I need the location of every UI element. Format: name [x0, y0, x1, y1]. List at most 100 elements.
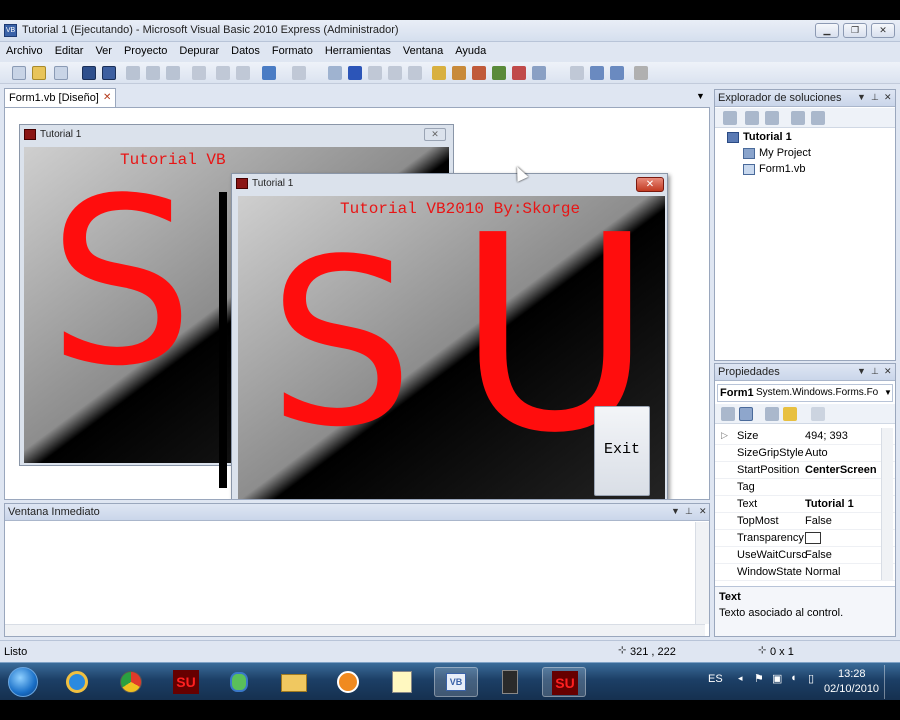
tree-item-my-project[interactable]: My Project — [759, 147, 811, 159]
start-orb-icon[interactable] — [8, 667, 38, 697]
solution-explorer-icon[interactable] — [432, 66, 446, 80]
menu-editar[interactable]: Editar — [49, 42, 90, 57]
uncomment-icon[interactable] — [236, 66, 250, 80]
view-code-icon[interactable] — [791, 111, 805, 125]
clock-time[interactable]: 13:28 — [838, 668, 866, 680]
show-hidden-icons-icon[interactable]: ◂ — [738, 673, 743, 684]
power-icon[interactable]: ▯ — [808, 672, 814, 685]
property-row-text[interactable]: Text Tutorial 1 — [715, 496, 895, 513]
properties-view-icon[interactable] — [765, 407, 779, 421]
flag-icon[interactable]: ⚑ — [754, 672, 764, 685]
menu-archivo[interactable]: Archivo — [0, 42, 49, 57]
menu-ver[interactable]: Ver — [89, 42, 118, 57]
property-pages-icon[interactable] — [811, 407, 825, 421]
close-button[interactable]: ✕ — [871, 23, 895, 38]
property-row-size[interactable]: ▷ Size 494; 393 — [715, 428, 895, 445]
menu-ventana[interactable]: Ventana — [397, 42, 449, 57]
alphabetical-icon[interactable] — [739, 407, 753, 421]
properties-icon[interactable] — [452, 66, 466, 80]
open-icon[interactable] — [32, 66, 46, 80]
dropdown-icon[interactable]: ▼ — [857, 92, 866, 102]
tab-dropdown-icon[interactable]: ▼ — [696, 91, 705, 101]
save-all-icon[interactable] — [102, 66, 116, 80]
new-project-icon[interactable] — [12, 66, 26, 80]
tree-item-solution[interactable]: Tutorial 1 — [743, 131, 792, 143]
visual-basic-icon[interactable]: VB — [434, 667, 478, 697]
menu-herramientas[interactable]: Herramientas — [319, 42, 397, 57]
refresh-icon[interactable] — [765, 111, 779, 125]
notepad-icon[interactable] — [380, 667, 424, 697]
volume-icon[interactable]: ◖ — [790, 672, 797, 684]
media-player-icon[interactable] — [326, 667, 370, 697]
property-row-tag[interactable]: Tag — [715, 479, 895, 496]
camera-icon[interactable] — [488, 667, 532, 697]
property-row-windowstate[interactable]: WindowState Normal — [715, 564, 895, 581]
property-row-startposition[interactable]: StartPosition CenterScreen — [715, 462, 895, 479]
align-center-icon[interactable] — [590, 66, 604, 80]
extension-icon[interactable] — [532, 66, 546, 80]
su-running-icon[interactable]: SU — [542, 667, 586, 697]
options-icon[interactable] — [634, 66, 648, 80]
pin-icon[interactable]: ⊥ — [871, 92, 879, 103]
object-browser-icon[interactable] — [492, 66, 506, 80]
tree-item-form1[interactable]: Form1.vb — [759, 163, 805, 175]
stop-debug-icon[interactable] — [348, 66, 362, 80]
maximize-button[interactable]: ❐ — [843, 23, 867, 38]
su-app-icon[interactable]: SU — [164, 667, 208, 697]
property-row-topmost[interactable]: TopMost False — [715, 513, 895, 530]
immediate-window[interactable]: Ventana Inmediato ▼ ⊥ ✕ — [4, 503, 710, 637]
property-row-usewaitcursor[interactable]: UseWaitCursc False — [715, 547, 895, 564]
tab-form1-design[interactable]: Form1.vb [Diseño] ✕ — [4, 88, 116, 107]
property-row-sizegripstyle[interactable]: SizeGripStyle Auto — [715, 445, 895, 462]
network-icon[interactable]: ▣ — [772, 672, 782, 685]
exit-button[interactable]: Exit — [594, 406, 650, 496]
close-icon[interactable]: ✕ — [884, 366, 892, 377]
running-form[interactable]: Tutorial 1 ✕ Tutorial VB2010 By:Skorge S… — [231, 173, 668, 499]
vertical-scrollbar[interactable] — [695, 522, 709, 624]
undo-icon[interactable] — [262, 66, 276, 80]
start-debug-icon[interactable] — [328, 66, 342, 80]
pin-icon[interactable]: ⊥ — [685, 506, 693, 517]
step-into-icon[interactable] — [368, 66, 382, 80]
running-form-close-button[interactable]: ✕ — [636, 177, 664, 192]
step-over-icon[interactable] — [388, 66, 402, 80]
minimize-button[interactable]: ▁ — [815, 23, 839, 38]
add-item-icon[interactable] — [54, 66, 68, 80]
folder-icon[interactable] — [272, 667, 316, 697]
clock-date[interactable]: 02/10/2010 — [824, 683, 879, 695]
dropdown-icon[interactable]: ▼ — [671, 506, 680, 516]
menu-formato[interactable]: Formato — [266, 42, 319, 57]
tab-close-icon[interactable]: ✕ — [103, 92, 111, 103]
menu-datos[interactable]: Datos — [225, 42, 266, 57]
pin-icon[interactable]: ⊥ — [871, 366, 879, 377]
menu-ayuda[interactable]: Ayuda — [449, 42, 492, 57]
ie-icon[interactable] — [56, 667, 100, 697]
properties-scrollbar[interactable] — [881, 428, 893, 580]
close-icon[interactable]: ✕ — [884, 92, 892, 103]
properties-icon[interactable] — [723, 111, 737, 125]
chrome-icon[interactable] — [110, 667, 154, 697]
redo-icon[interactable] — [292, 66, 306, 80]
error-list-icon[interactable] — [512, 66, 526, 80]
events-icon[interactable] — [783, 407, 797, 421]
paste-icon[interactable] — [166, 66, 180, 80]
close-icon[interactable]: ✕ — [699, 506, 707, 517]
step-out-icon[interactable] — [408, 66, 422, 80]
find-icon[interactable] — [192, 66, 206, 80]
copy-icon[interactable] — [146, 66, 160, 80]
property-row-transparency[interactable]: Transparency — [715, 530, 895, 547]
show-all-files-icon[interactable] — [745, 111, 759, 125]
align-right-icon[interactable] — [610, 66, 624, 80]
dropdown-icon[interactable]: ▼ — [857, 366, 866, 376]
messenger-icon[interactable] — [218, 667, 262, 697]
show-desktop-button[interactable] — [884, 665, 898, 699]
expand-icon[interactable]: ▷ — [721, 430, 728, 441]
menu-proyecto[interactable]: Proyecto — [118, 42, 173, 57]
horizontal-scrollbar[interactable] — [5, 624, 705, 636]
language-indicator[interactable]: ES — [708, 673, 723, 685]
comment-icon[interactable] — [216, 66, 230, 80]
align-left-icon[interactable] — [570, 66, 584, 80]
object-selector[interactable]: Form1 System.Windows.Forms.Fo ▼ — [717, 384, 893, 402]
cut-icon[interactable] — [126, 66, 140, 80]
menu-depurar[interactable]: Depurar — [173, 42, 225, 57]
